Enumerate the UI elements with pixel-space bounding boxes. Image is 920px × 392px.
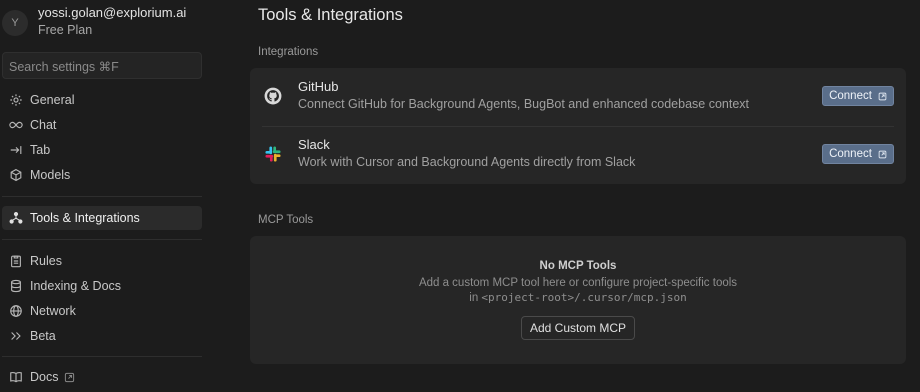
sidebar-item-tools-integrations[interactable]: Tools & Integrations [2, 206, 202, 230]
globe-icon [10, 305, 22, 317]
mcp-empty-description: Add a custom MCP tool here or configure … [418, 277, 738, 289]
sidebar-item-beta[interactable]: Beta [2, 324, 202, 348]
mcp-empty-path-line: in <project-root>/.cursor/mcp.json [250, 291, 906, 304]
mcp-config-path: <project-root>/.cursor/mcp.json [481, 291, 687, 304]
user-email: yossi.golan@explorium.ai [38, 5, 187, 20]
sidebar-item-chat[interactable]: Chat [2, 113, 202, 137]
clipboard-icon [11, 255, 21, 268]
sidebar-item-label: Beta [30, 329, 56, 343]
user-plan: Free Plan [38, 23, 93, 37]
mcp-section-label: MCP Tools [258, 214, 314, 226]
search-input[interactable]: Search settings ⌘F [2, 52, 202, 79]
infinity-icon [9, 121, 23, 129]
sidebar-divider [2, 356, 202, 357]
sidebar-item-tab[interactable]: Tab [2, 138, 202, 162]
sidebar-item-general[interactable]: General [2, 88, 202, 112]
add-custom-mcp-button[interactable]: Add Custom MCP [521, 316, 635, 340]
avatar: Y [2, 10, 28, 36]
sidebar-item-models[interactable]: Models [2, 163, 202, 187]
sidebar-item-rules[interactable]: Rules [2, 249, 202, 273]
book-icon [10, 372, 22, 383]
sidebar-item-label: Tools & Integrations [30, 211, 140, 225]
sidebar-divider [2, 196, 202, 197]
github-connect-button[interactable]: Connect [822, 86, 894, 106]
integration-name: GitHub [298, 79, 339, 94]
integration-description: Connect GitHub for Background Agents, Bu… [298, 97, 750, 111]
mcp-path-prefix: in [469, 292, 479, 304]
cube-icon [10, 168, 22, 182]
external-link-icon [65, 372, 75, 382]
integrations-section-label: Integrations [258, 46, 319, 58]
gear-icon [10, 94, 22, 106]
mcp-tools-card: No MCP Tools Add a custom MCP tool here … [250, 236, 906, 364]
integration-row-github: GitHub Connect GitHub for Background Age… [250, 68, 906, 126]
slack-connect-button[interactable]: Connect [822, 144, 894, 164]
mcp-empty-title: No MCP Tools [539, 260, 617, 272]
connect-button-label: Connect [829, 148, 872, 160]
external-link-icon [878, 92, 887, 100]
sidebar-item-indexing-docs[interactable]: Indexing & Docs [2, 274, 202, 298]
sidebar-item-label: Rules [30, 254, 62, 268]
sidebar-item-label: Chat [30, 118, 57, 132]
network-icon [9, 211, 23, 224]
main-content: Tools & Integrations Integrations GitHub… [250, 0, 906, 392]
connect-button-label: Connect [829, 90, 872, 102]
settings-sidebar: Y yossi.golan@explorium.ai Free Plan Sea… [0, 0, 210, 392]
double-chevron-icon [11, 332, 21, 340]
github-icon [264, 87, 282, 105]
sidebar-item-label: Tab [30, 143, 51, 157]
user-profile[interactable]: Y yossi.golan@explorium.ai Free Plan [0, 0, 210, 44]
sidebar-item-label: Models [30, 168, 71, 182]
sidebar-item-network[interactable]: Network [2, 299, 202, 323]
page-title: Tools & Integrations [258, 6, 403, 24]
sidebar-item-label: Network [30, 304, 76, 318]
sidebar-item-label: General [30, 93, 75, 107]
sidebar-item-label: Docs [30, 370, 59, 384]
tab-arrow-icon [10, 146, 22, 154]
sidebar-item-label: Indexing & Docs [30, 279, 122, 293]
integration-description: Work with Cursor and Background Agents d… [298, 155, 636, 169]
sidebar-divider [2, 239, 202, 240]
integration-name: Slack [298, 137, 330, 152]
slack-icon [265, 146, 281, 162]
integrations-card: GitHub Connect GitHub for Background Age… [250, 68, 906, 184]
external-link-icon [878, 150, 887, 158]
integration-row-slack: Slack Work with Cursor and Background Ag… [250, 126, 906, 184]
database-icon [11, 279, 21, 293]
sidebar-item-docs[interactable]: Docs [2, 365, 202, 389]
